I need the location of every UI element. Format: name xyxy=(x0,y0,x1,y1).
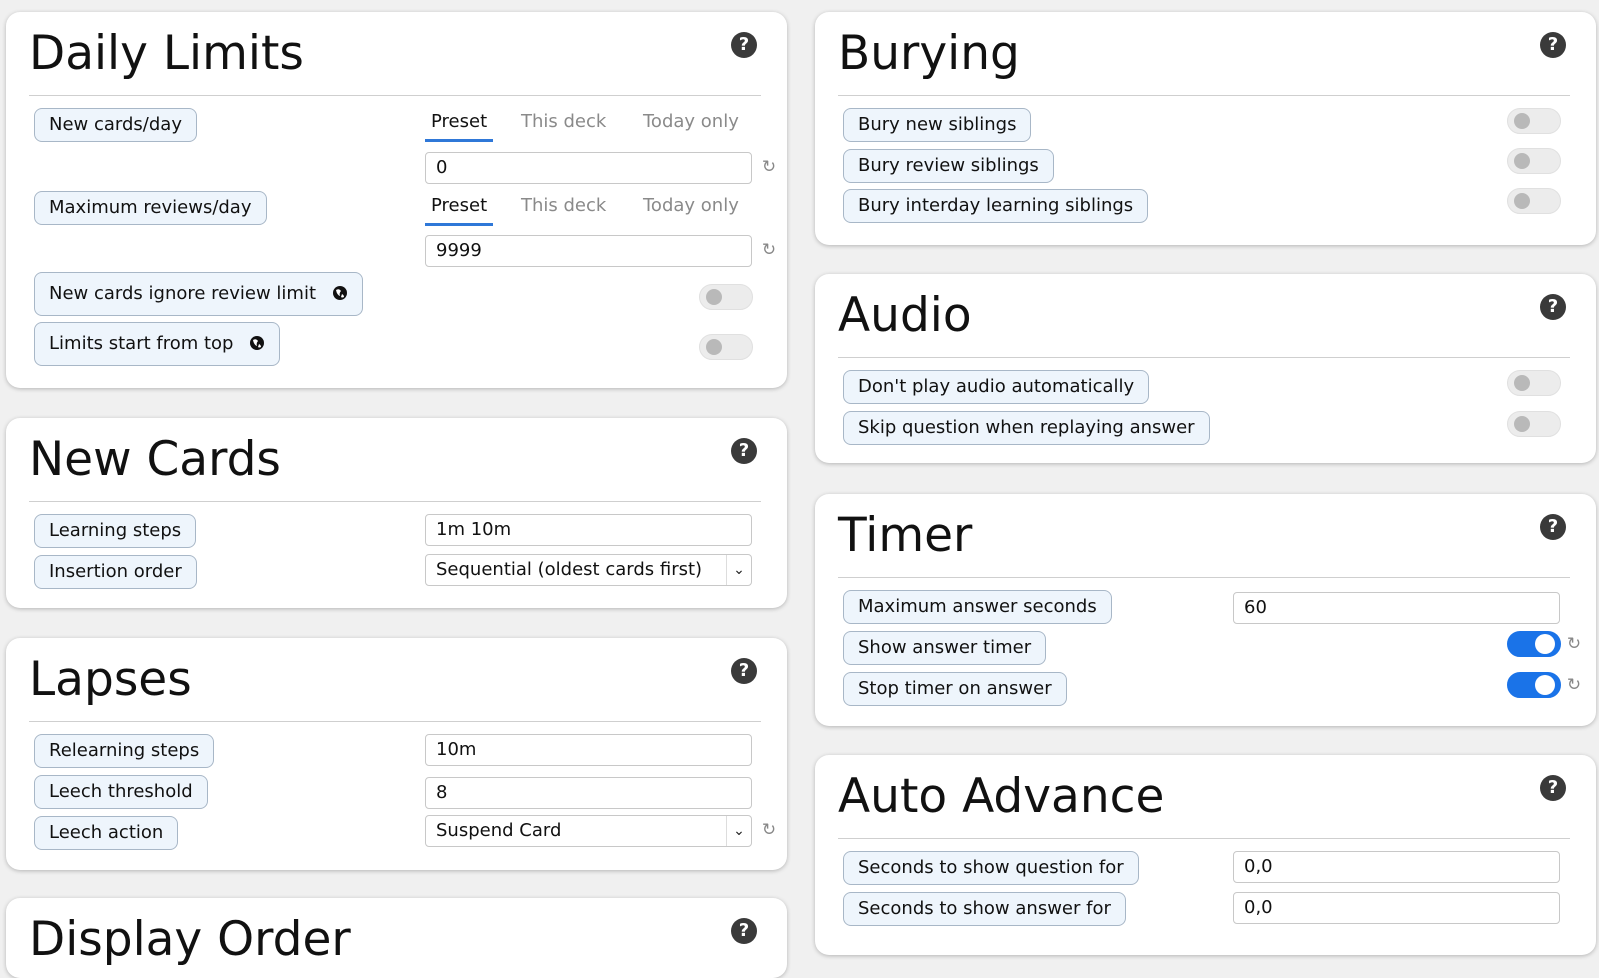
lapses-title: Lapses xyxy=(29,652,192,707)
tab-today-only[interactable]: Today only xyxy=(643,108,739,136)
dont-play-audio-toggle[interactable] xyxy=(1507,370,1561,396)
limits-start-from-top-label[interactable]: Limits start from top xyxy=(34,322,281,366)
show-answer-timer-toggle[interactable] xyxy=(1507,631,1561,657)
bury-interday-learning-siblings-toggle[interactable] xyxy=(1507,188,1561,214)
new-cards-card: New Cards ? Learning steps 1m 10m Insert… xyxy=(6,418,787,608)
burying-title: Burying xyxy=(838,26,1020,81)
max-reviews-day-label[interactable]: Maximum reviews/day xyxy=(34,191,267,225)
toggle-knob xyxy=(706,339,722,355)
toggle-knob xyxy=(1535,634,1555,654)
divider xyxy=(838,838,1570,839)
tab-preset[interactable]: Preset xyxy=(425,108,494,142)
help-icon[interactable]: ? xyxy=(1540,32,1566,58)
max-reviews-tabs: Preset This deck Today only xyxy=(425,192,765,226)
bury-review-siblings-toggle[interactable] xyxy=(1507,148,1561,174)
audio-card: Audio ? Don't play audio automatically S… xyxy=(815,274,1596,463)
seconds-to-show-question-label[interactable]: Seconds to show question for xyxy=(843,851,1139,885)
stop-timer-on-answer-toggle[interactable] xyxy=(1507,672,1561,698)
divider xyxy=(29,501,761,502)
select-value: Suspend Card xyxy=(436,820,562,841)
label-text: New cards ignore review limit xyxy=(49,283,317,304)
burying-card: Burying ? Bury new siblings Bury review … xyxy=(815,12,1596,245)
maximum-answer-seconds-input[interactable]: 60 xyxy=(1233,592,1560,624)
daily-limits-title: Daily Limits xyxy=(29,26,304,81)
divider xyxy=(29,95,761,96)
skip-question-label[interactable]: Skip question when replaying answer xyxy=(843,411,1210,445)
help-icon[interactable]: ? xyxy=(731,438,757,464)
toggle-knob xyxy=(1514,113,1530,129)
leech-action-label[interactable]: Leech action xyxy=(34,816,179,850)
help-icon[interactable]: ? xyxy=(731,918,757,944)
seconds-to-show-answer-input[interactable]: 0,0 xyxy=(1233,892,1560,924)
chevron-down-icon: ⌄ xyxy=(726,816,751,846)
toggle-knob xyxy=(1514,153,1530,169)
maximum-answer-seconds-label[interactable]: Maximum answer seconds xyxy=(843,590,1112,624)
toggle-knob xyxy=(706,289,722,305)
help-icon[interactable]: ? xyxy=(1540,294,1566,320)
tab-preset[interactable]: Preset xyxy=(425,192,494,226)
help-icon[interactable]: ? xyxy=(1540,775,1566,801)
toggle-knob xyxy=(1514,416,1530,432)
help-icon[interactable]: ? xyxy=(731,658,757,684)
new-cards-tabs: Preset This deck Today only xyxy=(425,108,765,142)
insertion-order-select[interactable]: Sequential (oldest cards first) ⌄ xyxy=(425,554,752,586)
max-reviews-day-input[interactable]: 9999 xyxy=(425,235,752,267)
relearning-steps-input[interactable]: 10m xyxy=(425,734,752,766)
audio-title: Audio xyxy=(838,288,972,343)
learning-steps-label[interactable]: Learning steps xyxy=(34,514,197,548)
leech-threshold-input[interactable]: 8 xyxy=(425,777,752,809)
display-order-card: Display Order ? xyxy=(6,898,787,978)
dont-play-audio-label[interactable]: Don't play audio automatically xyxy=(843,370,1150,404)
limits-start-from-top-toggle[interactable] xyxy=(699,334,753,360)
new-cards-day-label[interactable]: New cards/day xyxy=(34,108,197,142)
new-cards-ignore-review-limit-label[interactable]: New cards ignore review limit xyxy=(34,272,363,316)
revert-icon[interactable]: ↻ xyxy=(760,158,778,176)
new-cards-title: New Cards xyxy=(29,432,281,487)
lapses-card: Lapses ? Relearning steps 10m Leech thre… xyxy=(6,638,787,870)
stop-timer-on-answer-label[interactable]: Stop timer on answer xyxy=(843,672,1067,706)
tab-today-only[interactable]: Today only xyxy=(643,192,739,220)
tab-this-deck[interactable]: This deck xyxy=(521,192,606,220)
chevron-down-icon: ⌄ xyxy=(726,555,751,585)
insertion-order-label[interactable]: Insertion order xyxy=(34,555,197,589)
divider xyxy=(838,357,1570,358)
auto-advance-card: Auto Advance ? Seconds to show question … xyxy=(815,755,1596,955)
bury-review-siblings-label[interactable]: Bury review siblings xyxy=(843,149,1054,183)
learning-steps-input[interactable]: 1m 10m xyxy=(425,514,752,546)
toggle-knob xyxy=(1514,193,1530,209)
help-icon[interactable]: ? xyxy=(731,32,757,58)
show-answer-timer-label[interactable]: Show answer timer xyxy=(843,631,1047,665)
leech-threshold-label[interactable]: Leech threshold xyxy=(34,775,208,809)
auto-advance-title: Auto Advance xyxy=(838,769,1165,824)
toggle-knob xyxy=(1535,675,1555,695)
revert-icon[interactable]: ↻ xyxy=(760,821,778,839)
revert-icon[interactable]: ↻ xyxy=(1565,676,1583,694)
globe-icon xyxy=(250,336,265,350)
divider xyxy=(29,721,761,722)
revert-icon[interactable]: ↻ xyxy=(760,241,778,259)
timer-card: Timer ? Maximum answer seconds 60 Show a… xyxy=(815,494,1596,726)
new-cards-day-input[interactable]: 0 xyxy=(425,152,752,184)
leech-action-select[interactable]: Suspend Card ⌄ xyxy=(425,815,752,847)
new-cards-ignore-review-limit-toggle[interactable] xyxy=(699,284,753,310)
select-value: Sequential (oldest cards first) xyxy=(436,559,703,580)
tab-this-deck[interactable]: This deck xyxy=(521,108,606,136)
help-icon[interactable]: ? xyxy=(1540,514,1566,540)
bury-new-siblings-label[interactable]: Bury new siblings xyxy=(843,108,1032,142)
divider xyxy=(838,95,1570,96)
seconds-to-show-answer-label[interactable]: Seconds to show answer for xyxy=(843,892,1126,926)
relearning-steps-label[interactable]: Relearning steps xyxy=(34,734,215,768)
skip-question-toggle[interactable] xyxy=(1507,411,1561,437)
display-order-title: Display Order xyxy=(29,912,351,967)
bury-new-siblings-toggle[interactable] xyxy=(1507,108,1561,134)
toggle-knob xyxy=(1514,375,1530,391)
globe-icon xyxy=(332,286,347,300)
bury-interday-learning-siblings-label[interactable]: Bury interday learning siblings xyxy=(843,189,1149,223)
divider xyxy=(838,577,1570,578)
timer-title: Timer xyxy=(838,508,973,563)
daily-limits-card: Daily Limits ? New cards/day Preset This… xyxy=(6,12,787,388)
label-text: Limits start from top xyxy=(49,333,234,354)
seconds-to-show-question-input[interactable]: 0,0 xyxy=(1233,851,1560,883)
revert-icon[interactable]: ↻ xyxy=(1565,635,1583,653)
